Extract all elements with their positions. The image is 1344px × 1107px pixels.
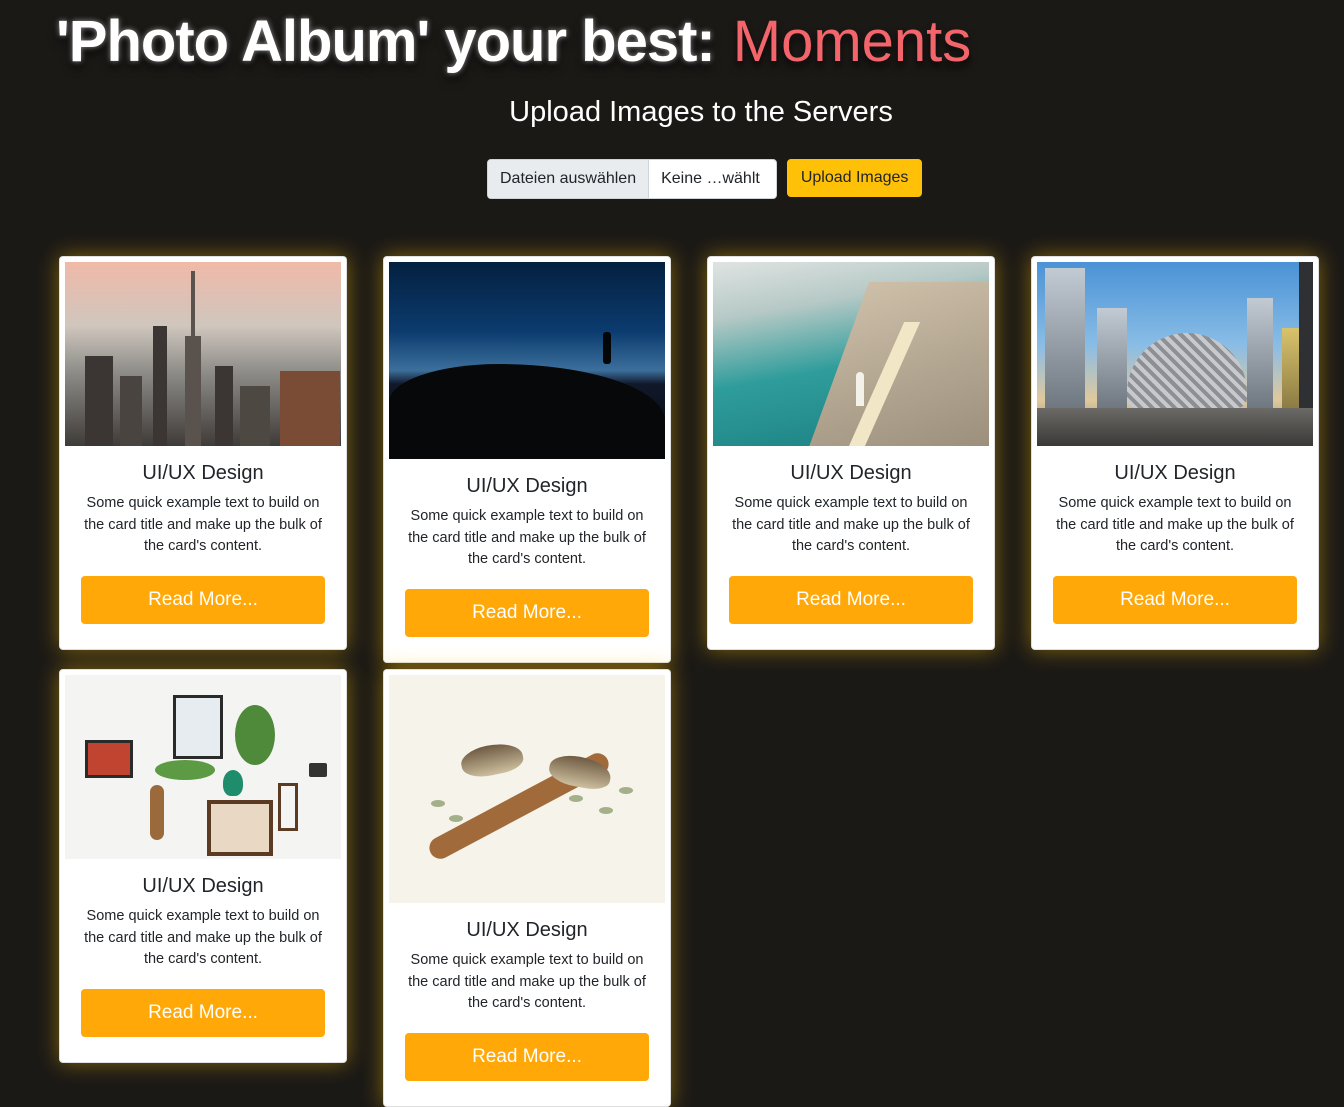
read-more-button[interactable]: Read More... (729, 575, 973, 624)
photo-card: UI/UX Design Some quick example text to … (383, 256, 671, 663)
card-text: Some quick example text to build on the … (84, 495, 322, 554)
title-accent: Moments (732, 9, 972, 74)
card-image (389, 675, 665, 903)
read-more-button[interactable]: Read More... (405, 1032, 649, 1081)
card-title: UI/UX Design (1114, 462, 1236, 484)
card-text: Some quick example text to build on the … (1056, 495, 1294, 554)
page-subtitle: Upload Images to the Servers (509, 96, 893, 128)
read-more-button[interactable]: Read More... (1053, 575, 1297, 624)
photo-card: UI/UX Design Some quick example text to … (59, 669, 347, 1063)
read-more-button[interactable]: Read More... (405, 588, 649, 637)
card-image (65, 262, 341, 446)
card-image (389, 262, 665, 459)
file-choose-button[interactable]: Dateien auswählen (488, 160, 650, 198)
photo-card: UI/UX Design Some quick example text to … (707, 256, 995, 650)
read-more-button[interactable]: Read More... (81, 575, 325, 624)
upload-form: Dateien auswählen Keine …wählt Upload Im… (487, 159, 923, 199)
read-more-button[interactable]: Read More... (81, 988, 325, 1037)
card-text: Some quick example text to build on the … (84, 908, 322, 967)
card-title: UI/UX Design (790, 462, 912, 484)
card-text: Some quick example text to build on the … (408, 508, 646, 567)
card-text: Some quick example text to build on the … (408, 952, 646, 1011)
page-title: 'Photo Album' your best: Moments (56, 8, 971, 75)
card-title: UI/UX Design (466, 919, 588, 941)
card-image (65, 675, 341, 859)
photo-card: UI/UX Design Some quick example text to … (383, 669, 671, 1107)
photo-card: UI/UX Design Some quick example text to … (1031, 256, 1319, 650)
file-status-text: Keine …wählt (661, 170, 760, 187)
card-image (1037, 262, 1313, 446)
upload-images-button[interactable]: Upload Images (786, 159, 923, 197)
card-title: UI/UX Design (142, 875, 264, 897)
card-image (713, 262, 989, 446)
card-title: UI/UX Design (142, 462, 264, 484)
card-text: Some quick example text to build on the … (732, 495, 970, 554)
card-title: UI/UX Design (466, 475, 588, 497)
file-input[interactable]: Dateien auswählen Keine …wählt (487, 159, 777, 199)
title-prefix: 'Photo Album' your best: (56, 9, 716, 74)
photo-card: UI/UX Design Some quick example text to … (59, 256, 347, 650)
